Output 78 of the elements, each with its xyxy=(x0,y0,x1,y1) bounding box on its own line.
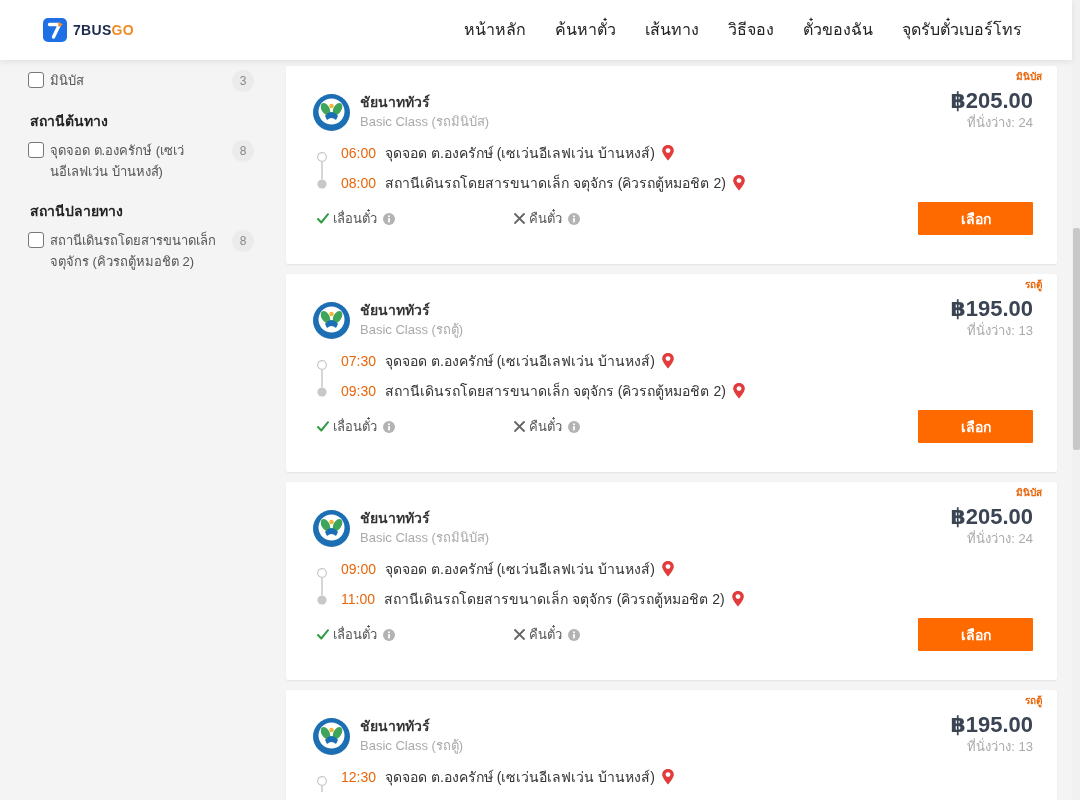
operator-name: ชัยนาททัวร์ xyxy=(360,301,431,320)
operator-name: ชัยนาททัวร์ xyxy=(360,93,431,112)
class-label: Basic Class (รถตู้) xyxy=(360,321,464,340)
stop-time: 11:00 xyxy=(341,591,375,607)
stop-place: จุดจอด ต.องครักษ์ (เซเว่นอีเลฟเว่น บ้านหงส์) xyxy=(385,560,655,580)
operator-name: ชัยนาททัวร์ xyxy=(360,509,431,528)
operator-name: ชัยนาททัวร์ xyxy=(360,717,431,736)
filter-label[interactable]: จุดจอด ต.องครักษ์ (เซเว่นอีเลฟเว่น บ้านหงส์) xyxy=(50,140,226,182)
round-emblem-icon xyxy=(313,301,350,339)
filter-label[interactable]: สถานีเดินรถโดยสารขนาดเล็ก จตุจักร (คิวรถตู้หมอชิต 2) xyxy=(50,230,226,272)
timeline-ring-icon xyxy=(317,360,327,370)
stop-time: 06:00 xyxy=(341,145,377,161)
stop-place: สถานีเดินรถโดยสารขนาดเล็ก จตุจักร (คิวรถตู้หมอชิต 2) xyxy=(385,173,726,194)
class-label: Basic Class (รถมินิบัส) xyxy=(360,113,490,131)
seats-available: ที่นั่งว่าง: 24 xyxy=(967,530,1033,548)
stop-place: จุดจอด ต.องครักษ์ (เซเว่นอีเลฟเว่น บ้านหงส์) xyxy=(385,352,655,372)
nav-link[interactable]: เส้นทาง xyxy=(645,19,699,41)
policy-label: คืนตั๋ว xyxy=(529,416,562,436)
stop-time: 09:00 xyxy=(341,561,377,577)
stop-time: 09:30 xyxy=(341,383,377,399)
filter-count: 8 xyxy=(232,140,254,162)
timeline-ring-icon xyxy=(317,776,327,786)
price: ฿205.00 xyxy=(950,88,1033,114)
price: ฿195.00 xyxy=(950,296,1033,322)
timeline-ring-icon xyxy=(317,568,327,578)
filter-heading: สถานีปลายทาง xyxy=(30,202,124,221)
class-label: Basic Class (รถมินิบัส) xyxy=(360,529,490,547)
stop-time: 12:30 xyxy=(341,769,377,785)
map-pin-icon[interactable] xyxy=(731,382,746,400)
price: ฿195.00 xyxy=(950,712,1033,738)
stop-place: สถานีเดินรถโดยสารขนาดเล็ก จตุจักร (คิวรถตู้หมอชิต 2) xyxy=(384,589,725,610)
stop-place: จุดจอด ต.องครักษ์ (เซเว่นอีเลฟเว่น บ้านหงส์) xyxy=(385,768,655,788)
timeline-dot-icon xyxy=(317,387,327,397)
filter-label[interactable]: มินิบัส xyxy=(50,70,226,91)
nav-link[interactable]: หน้าหลัก xyxy=(464,19,526,41)
round-emblem-icon xyxy=(313,509,350,547)
map-pin-icon[interactable] xyxy=(731,174,746,192)
brand-name[interactable]: 7BUSGO xyxy=(73,22,134,38)
price: ฿205.00 xyxy=(950,504,1033,530)
filter-count: 3 xyxy=(232,70,254,92)
vehicle-tag: รถตู้ xyxy=(1025,277,1042,292)
checkbox[interactable] xyxy=(28,72,44,88)
filter-heading: สถานีต้นทาง xyxy=(30,112,109,131)
policy-label: เลื่อนตั๋ว xyxy=(333,416,377,436)
map-pin-icon[interactable] xyxy=(660,560,675,578)
map-pin-icon[interactable] xyxy=(660,144,675,162)
class-label: Basic Class (รถตู้) xyxy=(360,737,464,756)
round-emblem-icon xyxy=(313,717,350,755)
seats-available: ที่นั่งว่าง: 13 xyxy=(967,322,1033,340)
checkbox[interactable] xyxy=(28,142,44,158)
policy-label: เลื่อนตั๋ว xyxy=(333,624,377,644)
policy-label: เลื่อนตั๋ว xyxy=(333,208,377,228)
vehicle-tag: มินิบัส xyxy=(1016,69,1042,84)
seats-available: ที่นั่งว่าง: 24 xyxy=(967,114,1033,132)
map-pin-icon[interactable] xyxy=(660,768,675,786)
round-emblem-icon xyxy=(313,93,350,131)
filter-count: 8 xyxy=(232,230,254,252)
vehicle-tag: มินิบัส xyxy=(1016,485,1042,500)
nav-link[interactable]: ตั๋วของฉัน xyxy=(803,19,873,41)
timeline-dot-icon xyxy=(317,595,327,605)
map-pin-icon[interactable] xyxy=(660,352,675,370)
vehicle-tag: รถตู้ xyxy=(1025,693,1042,708)
checkbox[interactable] xyxy=(28,232,44,248)
nav-link[interactable]: ค้นหาตั๋ว xyxy=(555,19,616,41)
nav-link[interactable]: จุดรับตั๋วเบอร์โทร xyxy=(902,19,1022,41)
timeline-dot-icon xyxy=(317,179,327,189)
policy-label: คืนตั๋ว xyxy=(529,624,562,644)
stop-place: จุดจอด ต.องครักษ์ (เซเว่นอีเลฟเว่น บ้านหงส์) xyxy=(385,144,655,164)
seats-available: ที่นั่งว่าง: 13 xyxy=(967,738,1033,756)
map-pin-icon[interactable] xyxy=(730,590,745,608)
scrollbar-thumb[interactable] xyxy=(1072,228,1080,450)
nav-link[interactable]: วิธีจอง xyxy=(728,19,774,41)
stop-time: 08:00 xyxy=(341,175,377,191)
stop-place: สถานีเดินรถโดยสารขนาดเล็ก จตุจักร (คิวรถตู้หมอชิต 2) xyxy=(385,381,726,402)
stop-time: 07:30 xyxy=(341,353,377,369)
logo-icon[interactable] xyxy=(43,18,67,42)
policy-label: คืนตั๋ว xyxy=(529,208,562,228)
timeline-ring-icon xyxy=(317,152,327,162)
